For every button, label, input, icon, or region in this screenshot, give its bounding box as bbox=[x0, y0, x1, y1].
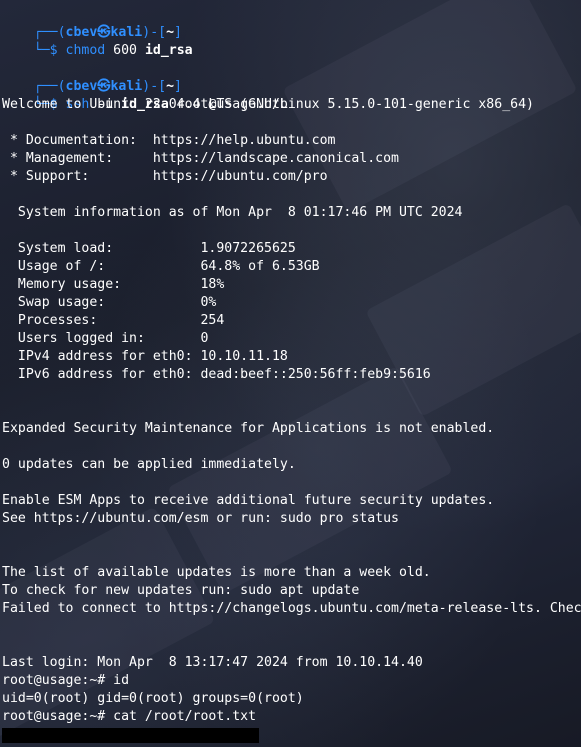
command-file: id_rsa bbox=[144, 43, 193, 58]
output-line: Swap usage: 0% bbox=[2, 295, 217, 310]
wallpaper-shape bbox=[365, 203, 581, 417]
output-line: Processes: 254 bbox=[2, 313, 225, 328]
root-command-line[interactable]: root@usage:~# cat /root/root.txt bbox=[2, 708, 256, 726]
output-line: * Management: https://landscape.canonica… bbox=[2, 151, 399, 166]
command-line[interactable]: └─$ chmod 600 id_rsa bbox=[2, 24, 193, 58]
output-line: The list of available updates is more th… bbox=[2, 565, 431, 580]
prompt-line: ┌──(cbev㉿kali)-[~] bbox=[2, 60, 182, 94]
command-args: 600 bbox=[105, 43, 145, 58]
output-line: Memory usage: 18% bbox=[2, 277, 225, 292]
output-line: See https://ubuntu.com/esm or run: sudo … bbox=[2, 511, 399, 526]
output-line: System information as of Mon Apr 8 01:17… bbox=[2, 205, 463, 220]
output-line: * Support: https://ubuntu.com/pro bbox=[2, 169, 328, 184]
output-line: Last login: Mon Apr 8 13:17:47 2024 from… bbox=[2, 655, 423, 670]
output-line: IPv6 address for eth0: dead:beef::250:56… bbox=[2, 367, 431, 382]
output-line: 0 updates can be applied immediately. bbox=[2, 457, 296, 472]
output-line: IPv4 address for eth0: 10.10.11.18 bbox=[2, 349, 288, 364]
wallpaper-shape bbox=[167, 365, 453, 595]
prompt-line: ┌──(cbev㉿kali)-[~] bbox=[2, 6, 182, 40]
output-line: Expanded Security Maintenance for Applic… bbox=[2, 421, 495, 436]
output-line: Failed to connect to https://changelogs.… bbox=[2, 601, 581, 616]
output-line: To check for new updates run: sudo apt u… bbox=[2, 583, 360, 598]
output-line: Enable ESM Apps to receive additional fu… bbox=[2, 493, 495, 508]
command-line[interactable]: └─$ ssh -i id_rsa root@usage.htb bbox=[2, 78, 288, 112]
output-line: Welcome to Ubuntu 22.04.4 LTS (GNU/Linux… bbox=[2, 97, 534, 112]
command-binary: chmod bbox=[65, 43, 106, 58]
output-line: uid=0(root) gid=0(root) groups=0(root) bbox=[2, 691, 304, 706]
output-line: System load: 1.9072265625 bbox=[2, 241, 296, 256]
prompt-dollar: └─$ bbox=[33, 43, 66, 58]
output-line: Users logged in: 0 bbox=[2, 331, 209, 346]
root-command-line[interactable]: root@usage:~# id bbox=[2, 672, 129, 690]
redaction-bar bbox=[2, 728, 259, 743]
terminal-window[interactable]: ┌──(cbev㉿kali)-[~] └─$ chmod 600 id_rsa … bbox=[0, 0, 581, 747]
output-line: Usage of /: 64.8% of 6.53GB bbox=[2, 259, 320, 274]
output-line: * Documentation: https://help.ubuntu.com bbox=[2, 133, 336, 148]
